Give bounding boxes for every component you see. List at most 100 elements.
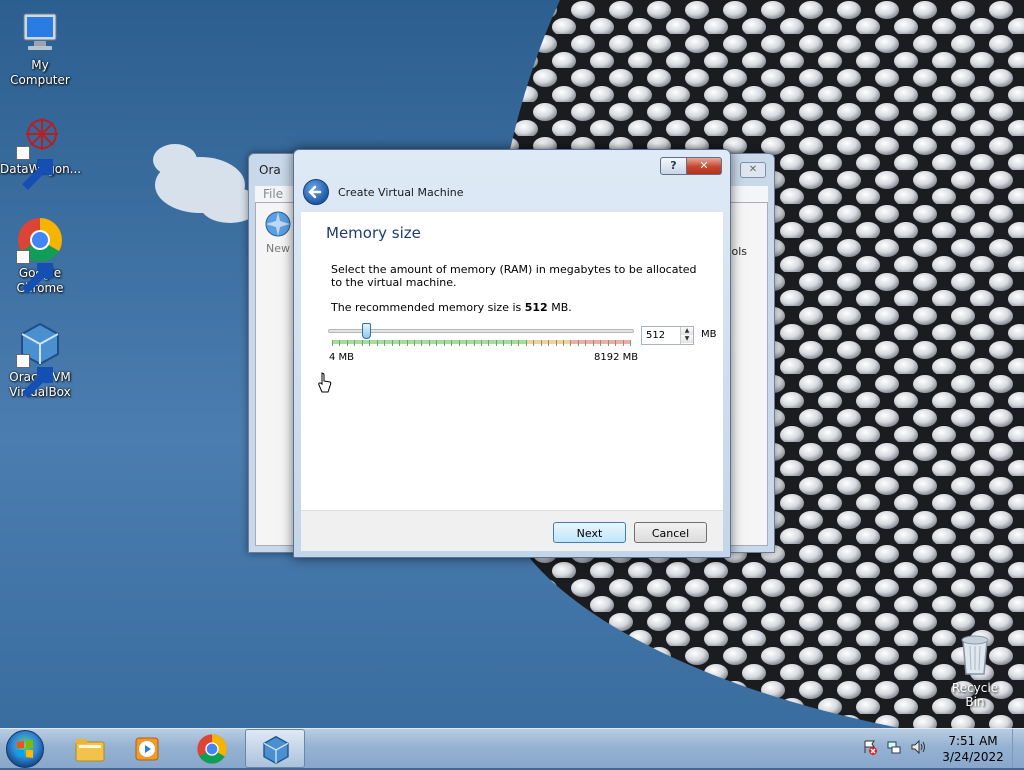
new-label: New — [266, 242, 290, 255]
slider-tick — [578, 340, 579, 346]
slider-tick — [593, 340, 594, 346]
network-icon[interactable] — [886, 739, 902, 755]
slider-tick — [496, 340, 497, 346]
desktop-icon-recycle-bin[interactable]: Recycle Bin — [942, 630, 1008, 709]
cancel-button[interactable]: Cancel — [634, 522, 707, 543]
slider-min-label: 4 MB — [329, 352, 355, 363]
create-virtual-machine-dialog[interactable]: ? ✕ Create Virtual Machine Memory size S… — [293, 149, 731, 558]
unit-label: MB — [701, 329, 717, 340]
slider-tick — [630, 340, 631, 346]
back-button[interactable] — [303, 179, 329, 205]
help-button[interactable]: ? — [660, 157, 687, 175]
window-title: Ora — [259, 163, 281, 177]
slider-tick — [332, 340, 333, 346]
taskbar-file-explorer[interactable] — [60, 729, 120, 768]
system-tray — [862, 739, 926, 759]
back-arrow-icon — [308, 185, 322, 199]
slider-groove — [328, 329, 634, 333]
desktop-icon-google-chrome[interactable]: Google Chrome — [0, 216, 80, 296]
taskbar-virtualbox[interactable] — [245, 729, 305, 768]
close-button[interactable]: ✕ — [740, 162, 766, 178]
media-player-icon — [135, 737, 159, 761]
slider-tick — [474, 340, 475, 346]
taskbar-media-player[interactable] — [118, 729, 178, 768]
datawagon-icon — [16, 112, 64, 190]
slider-tick — [518, 340, 519, 346]
slider-tick — [392, 340, 393, 346]
slider-max-label: 8192 MB — [594, 352, 639, 363]
memory-slider[interactable] — [328, 323, 634, 349]
slider-tick — [608, 340, 609, 346]
next-button[interactable]: Next — [553, 522, 626, 543]
description-text: Select the amount of memory (RAM) in meg… — [331, 263, 697, 289]
slider-tick — [623, 340, 624, 346]
taskbar-clock[interactable]: 7:51 AM 3/24/2022 — [940, 733, 1006, 765]
slider-tick — [429, 340, 430, 346]
slider-ticks — [332, 337, 631, 347]
slider-thumb[interactable] — [362, 323, 371, 339]
dialog-title: Create Virtual Machine — [338, 186, 464, 199]
slider-tick — [399, 340, 400, 346]
slider-tick — [347, 340, 348, 346]
slider-tick — [369, 340, 370, 346]
dialog-footer: Next Cancel — [301, 510, 723, 551]
taskbar-chrome[interactable] — [182, 729, 242, 768]
slider-tick — [615, 340, 616, 346]
slider-tick — [362, 340, 363, 346]
slider-tick — [407, 340, 408, 346]
computer-icon — [16, 8, 64, 56]
slider-tick — [526, 340, 527, 346]
slider-tick — [556, 340, 557, 346]
slider-tick — [600, 340, 601, 346]
slider-tick — [421, 340, 422, 346]
recycle-bin-label: Recycle Bin — [951, 681, 999, 709]
memory-size-spinbox[interactable]: 512 ▲ ▼ — [641, 326, 694, 345]
slider-tick — [377, 340, 378, 346]
dialog-header: Create Virtual Machine — [301, 176, 723, 212]
virtualbox-icon — [263, 735, 289, 765]
file-explorer-icon — [75, 739, 105, 762]
taskbar: 7:51 AM 3/24/2022 — [0, 728, 1024, 768]
slider-tick — [488, 340, 489, 346]
chrome-icon — [197, 734, 227, 764]
desktop-icon-oracle-vm-virtualbox[interactable]: Oracle VM VirtualBox — [0, 320, 80, 400]
spin-buttons: ▲ ▼ — [680, 327, 693, 344]
virtualbox-icon — [16, 320, 64, 398]
new-vm-button[interactable]: New — [260, 209, 296, 255]
slider-tick — [541, 340, 542, 346]
slider-tick — [354, 340, 355, 346]
slider-tick — [466, 340, 467, 346]
new-icon — [265, 211, 291, 237]
slider-tick — [533, 340, 534, 346]
windows-start-button[interactable] — [6, 730, 44, 768]
spin-up-icon[interactable]: ▲ — [681, 327, 693, 335]
dialog-body: Memory size Select the amount of memory … — [301, 212, 723, 510]
volume-icon[interactable] — [910, 739, 926, 755]
slider-tick — [414, 340, 415, 346]
shortcut-arrow-icon — [16, 354, 53, 398]
close-button[interactable]: ✕ — [687, 157, 722, 175]
windows-logo-icon — [17, 740, 33, 758]
chrome-icon — [16, 216, 64, 294]
spin-down-icon[interactable]: ▼ — [681, 335, 693, 343]
shortcut-arrow-icon — [16, 250, 53, 294]
desktop-icon-datawagon[interactable]: DataWagon... — [0, 112, 81, 190]
memory-size-value[interactable]: 512 — [646, 330, 665, 341]
show-desktop-button[interactable] — [1012, 729, 1024, 768]
recommended-memory-text: The recommended memory size is 512 MB. — [331, 301, 572, 314]
action-center-icon[interactable] — [862, 739, 878, 755]
slider-tick — [503, 340, 504, 346]
recommend-suffix: MB. — [547, 301, 572, 314]
slider-tick — [384, 340, 385, 346]
slider-tick — [459, 340, 460, 346]
recycle-bin-icon — [961, 635, 989, 675]
shortcut-arrow-icon — [16, 146, 53, 190]
clock-date: 3/24/2022 — [942, 750, 1004, 764]
caption-buttons: ? ✕ — [660, 157, 722, 175]
slider-tick — [436, 340, 437, 346]
page-title: Memory size — [326, 224, 421, 242]
slider-tick — [481, 340, 482, 346]
slider-tick — [570, 340, 571, 346]
desktop-icon-my-computer[interactable]: My Computer — [0, 8, 80, 88]
desktop-icon-label: My Computer — [10, 58, 70, 87]
